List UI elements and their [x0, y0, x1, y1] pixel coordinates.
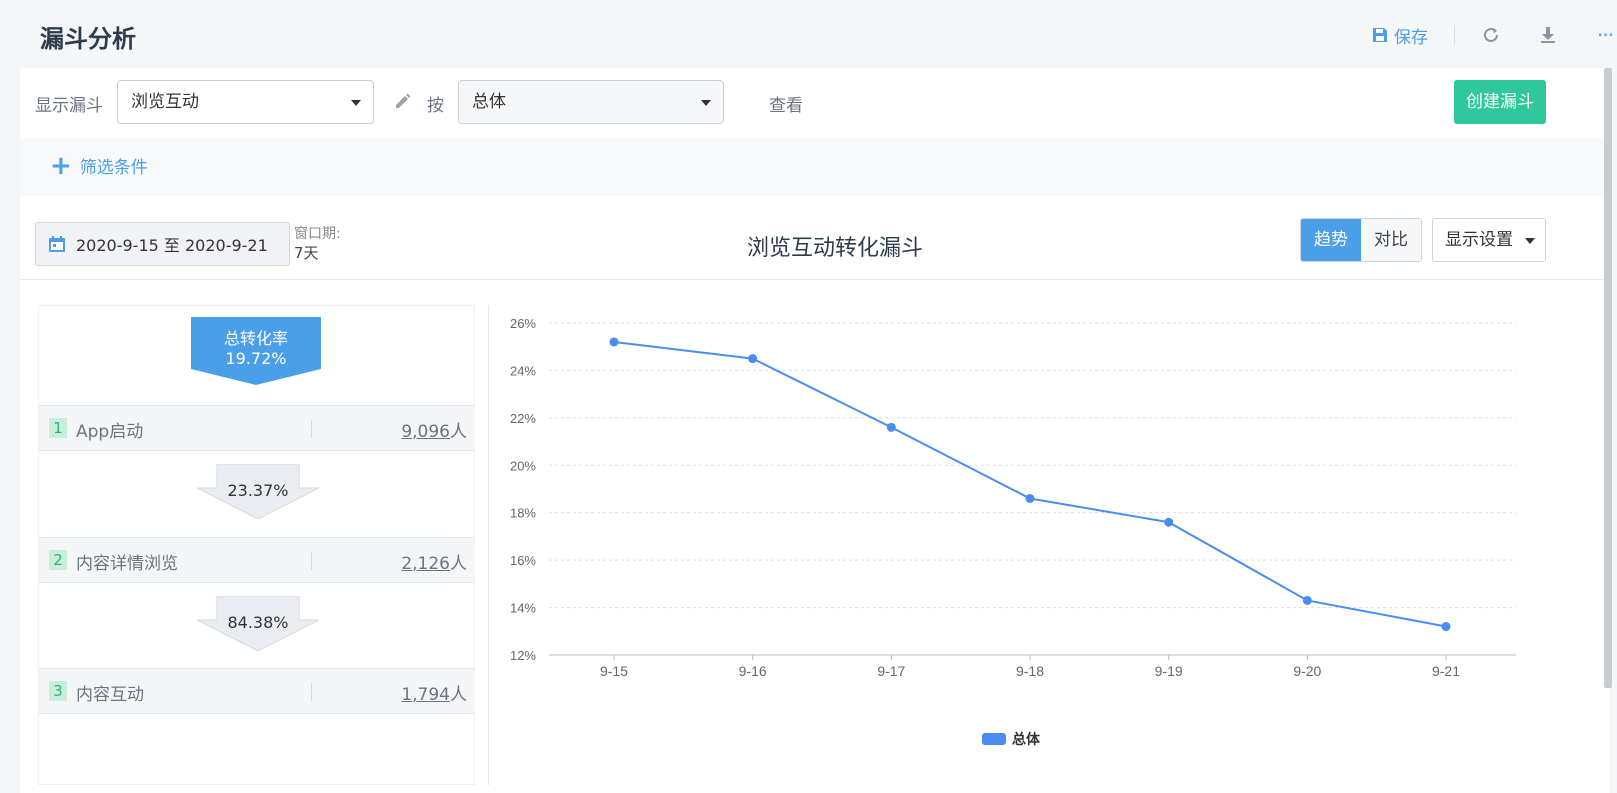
- view-button[interactable]: 查看: [769, 91, 803, 116]
- step-name: 内容互动: [76, 685, 144, 705]
- more-icon[interactable]: ···: [1597, 23, 1617, 47]
- by-label: 按: [427, 96, 444, 116]
- edit-icon[interactable]: [394, 92, 412, 114]
- step-unit: 人: [450, 422, 467, 442]
- date-range-value: 2020-9-15 至 2020-9-21: [76, 236, 268, 255]
- step-count: 9,096人: [401, 417, 467, 442]
- total-conversion-rate: 19.72%: [225, 349, 287, 368]
- data-point: [1302, 595, 1312, 605]
- y-tick-label: 24%: [510, 363, 536, 378]
- x-tick-label: 9-21: [1432, 663, 1460, 679]
- step-divider: [311, 683, 312, 701]
- save-icon: [1373, 28, 1387, 42]
- data-point: [748, 354, 758, 364]
- step-count-link[interactable]: 9,096: [401, 422, 450, 442]
- step-unit: 人: [450, 554, 467, 574]
- filter-bar: + 筛选条件: [20, 138, 1610, 196]
- trend-chart-svg: 12% 14% 16% 18% 20% 22% 24% 26% 9-15 9-16 9-17 9-18…: [510, 316, 1516, 679]
- funnel-diagram: 总转化率 19.72% 1 App启动 9,096人 23.37% 2 内容详情…: [38, 305, 475, 785]
- y-tick-label: 20%: [510, 458, 536, 473]
- chevron-down-icon: [701, 100, 711, 106]
- add-filter-button[interactable]: + 筛选条件: [50, 150, 148, 181]
- group-select-value: 总体: [472, 92, 506, 112]
- page-scrollbar[interactable]: [1604, 68, 1612, 688]
- step-index: 1: [49, 418, 67, 438]
- window-label: 窗口期:: [294, 226, 341, 242]
- funnel-toolbar: 显示漏斗 浏览互动 按 总体 查看 创建漏斗: [20, 68, 1610, 142]
- y-tick-label: 18%: [510, 506, 536, 521]
- title-bar: 漏斗分析 保存 ···: [0, 0, 1617, 68]
- tab-compare[interactable]: 对比: [1361, 219, 1421, 261]
- funnel-step[interactable]: 3 内容互动 1,794人: [39, 668, 475, 714]
- legend-label: 总体: [1012, 732, 1040, 748]
- step-unit: 人: [450, 685, 467, 705]
- data-point: [886, 422, 896, 432]
- tab-trend[interactable]: 趋势: [1301, 219, 1361, 261]
- y-tick-label: 14%: [510, 601, 536, 616]
- data-point: [1025, 493, 1035, 503]
- data-point: [1441, 622, 1451, 632]
- page-title: 漏斗分析: [40, 25, 136, 53]
- calendar-icon: [49, 236, 65, 252]
- x-tick-label: 9-15: [600, 663, 628, 679]
- group-select[interactable]: 总体: [458, 80, 724, 124]
- download-icon[interactable]: [1539, 25, 1557, 45]
- display-settings-dropdown[interactable]: 显示设置: [1432, 218, 1546, 262]
- funnel-step[interactable]: 1 App启动 9,096人: [39, 405, 475, 451]
- refresh-icon[interactable]: [1481, 25, 1501, 45]
- show-funnel-label: 显示漏斗: [35, 96, 103, 116]
- step-conversion-rate: 84.38%: [227, 613, 289, 632]
- total-conversion-badge: 总转化率 19.72%: [191, 317, 321, 385]
- main-panel: 显示漏斗 浏览互动 按 总体 查看 创建漏斗 + 筛选条件 2020-9-15 …: [20, 68, 1610, 793]
- view-mode-toggle: 趋势 对比: [1300, 218, 1422, 262]
- y-tick-label: 12%: [510, 648, 536, 663]
- plus-icon: +: [50, 150, 72, 181]
- add-filter-label: 筛选条件: [79, 158, 148, 178]
- date-range-picker[interactable]: 2020-9-15 至 2020-9-21: [35, 222, 290, 266]
- step-name: 内容详情浏览: [76, 554, 178, 574]
- step-count: 2,126人: [401, 549, 467, 574]
- step-conversion-rate: 23.37%: [227, 481, 289, 500]
- x-tick-label: 9-16: [739, 663, 767, 679]
- total-conversion-text: 总转化率 19.72%: [191, 329, 321, 369]
- step-count-link[interactable]: 1,794: [401, 685, 450, 705]
- chevron-down-icon: [1525, 238, 1535, 244]
- save-label: 保存: [1394, 27, 1428, 48]
- y-tick-label: 16%: [510, 553, 536, 568]
- funnel-select[interactable]: 浏览互动: [117, 80, 374, 124]
- total-conversion-label: 总转化率: [223, 329, 288, 348]
- step-count: 1,794人: [401, 680, 467, 705]
- chart-legend[interactable]: 总体: [982, 729, 1040, 749]
- save-button[interactable]: 保存: [1372, 23, 1428, 48]
- chart-controls: 2020-9-15 至 2020-9-21 窗口期: 7天 浏览互动转化漏斗 趋…: [20, 196, 1610, 280]
- step-name: App启动: [76, 422, 144, 442]
- y-tick-label: 26%: [510, 316, 536, 331]
- funnel-select-value: 浏览互动: [131, 92, 199, 112]
- step-conversion-arrow: 23.37%: [197, 464, 319, 520]
- step-divider: [311, 420, 312, 438]
- trend-chart: 12% 14% 16% 18% 20% 22% 24% 26% 9-15 9-16 9-17 9-18…: [488, 305, 1570, 785]
- y-tick-label: 22%: [510, 411, 536, 426]
- series-line: [613, 340, 1447, 628]
- chart-title: 浏览互动转化漏斗: [746, 236, 923, 261]
- step-divider: [311, 552, 312, 570]
- step-index: 2: [49, 550, 67, 570]
- step-conversion-arrow: 84.38%: [197, 596, 319, 652]
- header-divider: [1454, 25, 1455, 45]
- data-point: [609, 337, 619, 347]
- x-tick-label: 9-18: [1016, 663, 1044, 679]
- x-tick-label: 9-17: [877, 663, 905, 679]
- step-index: 3: [49, 681, 67, 701]
- funnel-step[interactable]: 2 内容详情浏览 2,126人: [39, 537, 475, 583]
- data-point: [1164, 517, 1174, 527]
- legend-swatch: [982, 733, 1006, 745]
- chevron-down-icon: [351, 100, 361, 106]
- header-actions: 保存 ···: [1372, 22, 1617, 48]
- x-tick-label: 9-20: [1293, 663, 1321, 679]
- display-settings-label: 显示设置: [1445, 230, 1513, 250]
- create-funnel-button[interactable]: 创建漏斗: [1454, 80, 1546, 124]
- step-count-link[interactable]: 2,126: [401, 554, 450, 574]
- window-value: 7天: [294, 244, 319, 262]
- x-tick-label: 9-19: [1155, 663, 1183, 679]
